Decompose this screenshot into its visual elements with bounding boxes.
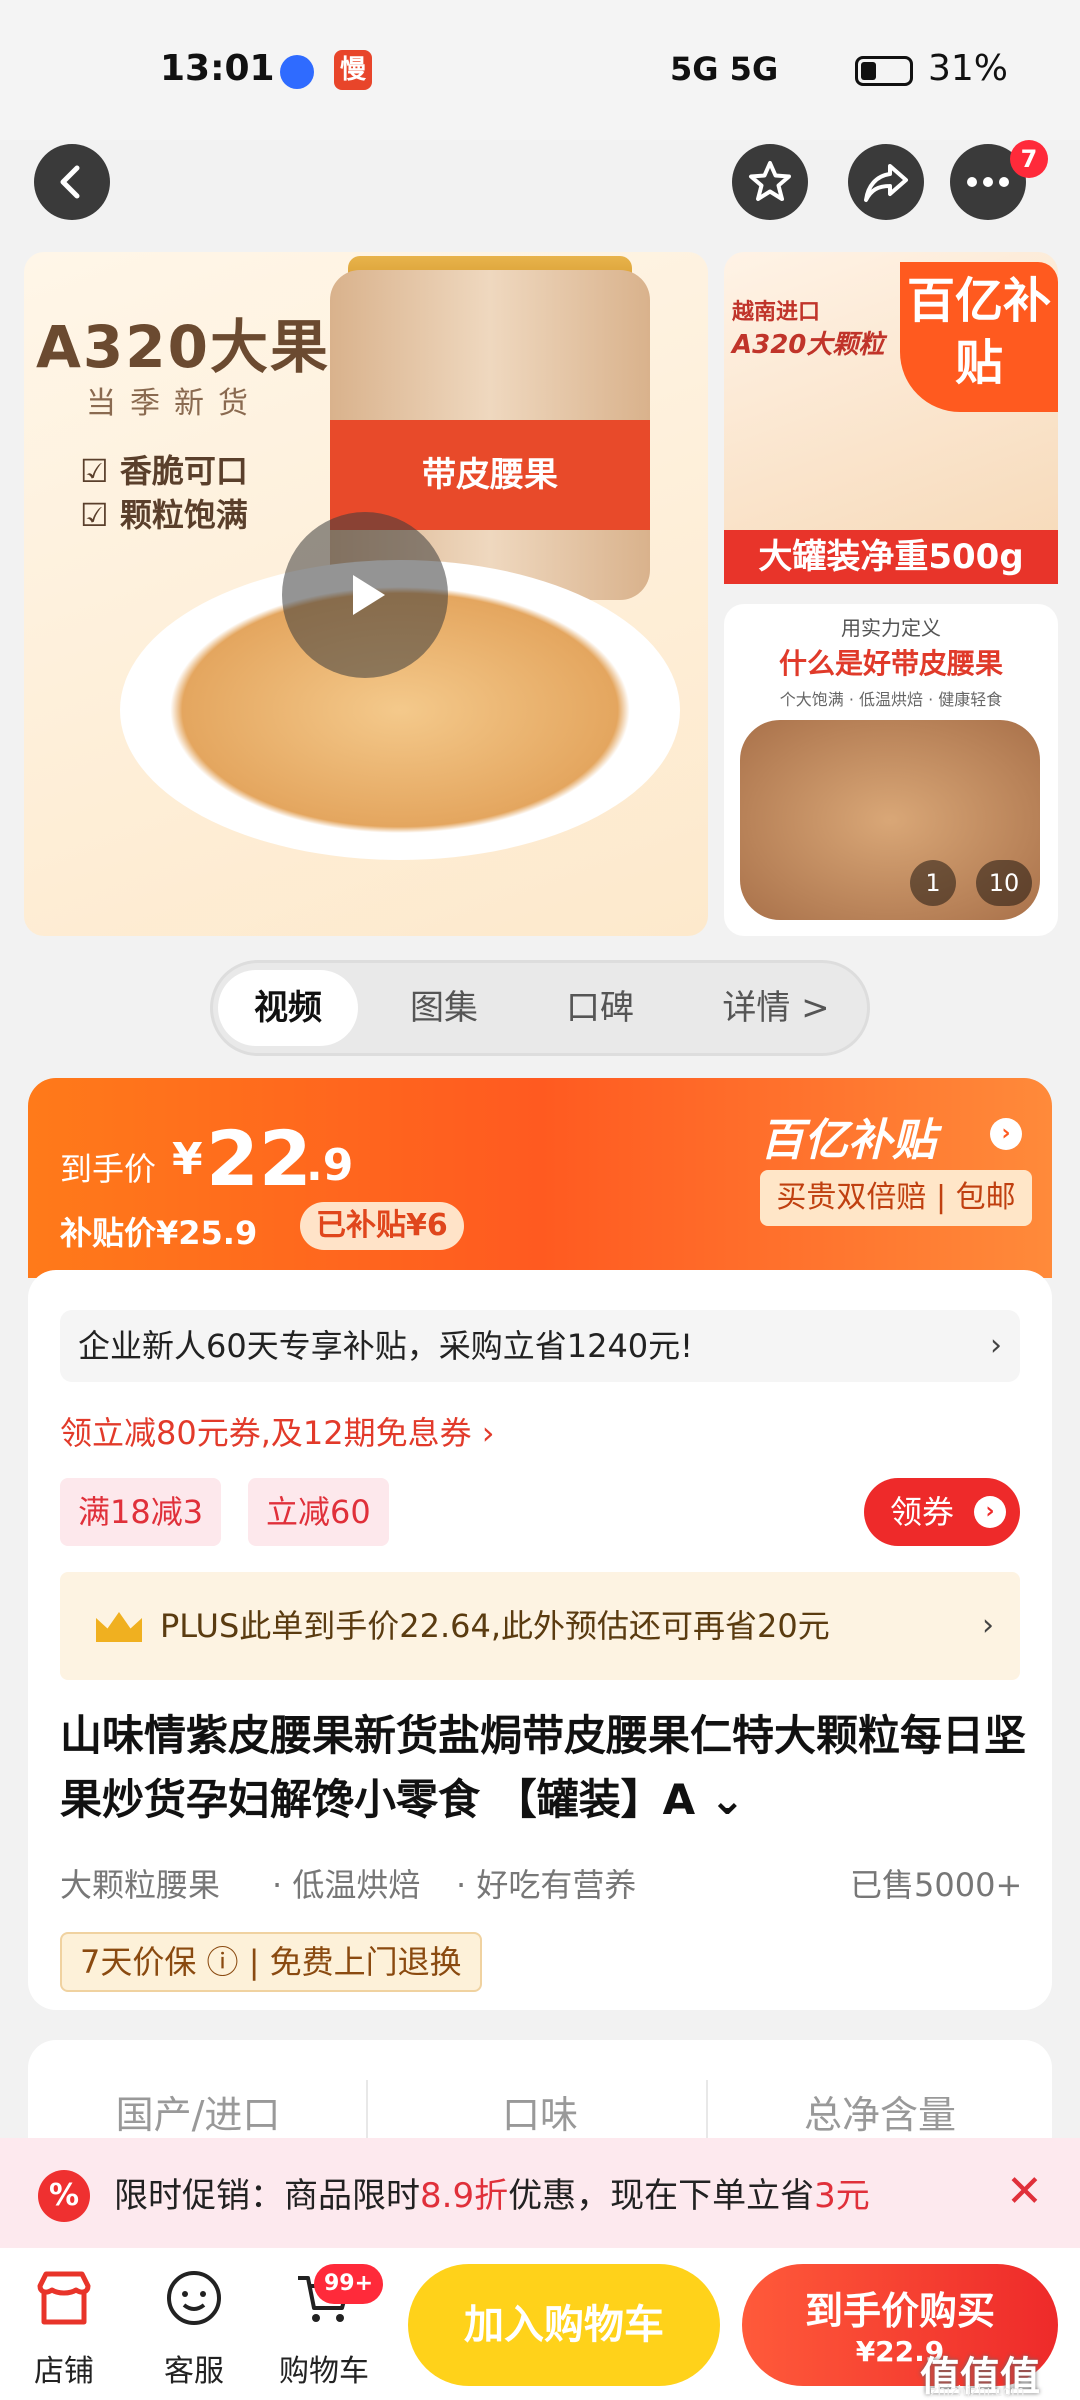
spec-flavor: 口味 (501, 2093, 578, 2137)
percent-icon: % (38, 2170, 90, 2222)
plus-member-promo[interactable]: PLUS此单到手价22.64,此外预估还可再省20元 › (60, 1572, 1020, 1680)
back-button[interactable] (34, 144, 110, 220)
service-label: 客服 (164, 2354, 224, 2389)
product-feature-1: 大颗粒腰果 (60, 1866, 221, 1904)
chevron-right-icon: › (974, 1496, 1006, 1528)
feature-2: ☑ 颗粒饱满 (80, 496, 248, 534)
chevron-right-icon: › (982, 1608, 994, 1643)
more-badge: 7 (1010, 140, 1048, 178)
play-button[interactable] (282, 512, 448, 678)
subsidy-corner-badge: 百亿补贴 (900, 262, 1058, 412)
sold-count: 已售5000+ (850, 1866, 1023, 1904)
price-decimal: .9 (306, 1140, 354, 1191)
guarantee-badge[interactable]: 买贵双倍赔 | 包邮 (760, 1170, 1032, 1226)
spec-weight: 总净含量 (803, 2093, 956, 2137)
chevron-right-icon: › (990, 1118, 1022, 1150)
more-dots-icon (967, 177, 1009, 187)
play-icon (353, 575, 385, 615)
share-icon (864, 164, 908, 202)
battery-percent: 31% (928, 48, 1009, 89)
price-label: 到手价 (60, 1150, 157, 1188)
tab-details[interactable]: 详情 > (696, 970, 856, 1046)
claim-coupon-button[interactable]: 领券 › (864, 1478, 1020, 1546)
product-feature-2: · 低温烘焙 (272, 1866, 421, 1904)
shop-button[interactable] (24, 2268, 104, 2332)
app-notification-icon: 慢 (334, 50, 372, 90)
cart-badge: 99+ (314, 2264, 384, 2304)
service-badges[interactable]: 7天价保 ⓘ | 免费上门退换 (60, 1932, 482, 1992)
price-integer: 22 (206, 1114, 312, 1203)
chevron-right-icon: › (990, 1328, 1002, 1363)
coupon-link[interactable]: 领立减80元券,及12期免息券 › (60, 1408, 495, 1454)
shop-icon (37, 2271, 91, 2325)
subsidy-badge: 已补贴¥6 (300, 1202, 464, 1250)
thumb2-line3: 个大饱满 · 低温烘焙 · 健康轻食 (779, 690, 1003, 709)
paw-app-icon (280, 55, 314, 89)
share-button[interactable] (848, 144, 924, 220)
shop-label: 店铺 (34, 2354, 94, 2389)
coupon-tag-1[interactable]: 满18减3 (60, 1478, 222, 1546)
thumb2-line1: 用实力定义 (841, 616, 941, 640)
buy-now-label: 到手价购买 (804, 2289, 995, 2333)
billion-subsidy-brand[interactable]: 百亿补贴 (760, 1104, 936, 1168)
gallery-main-subtitle: 当季新货 (86, 386, 262, 421)
add-to-cart-button[interactable]: 加入购物车 (408, 2264, 720, 2386)
product-feature-3: · 好吃有营养 (456, 1866, 637, 1904)
feature-1: ☑ 香脆可口 (80, 452, 248, 490)
watermark-url: zhizhizhi.com (930, 2384, 1025, 2400)
battery-icon (855, 56, 913, 86)
thumb2-line2: 什么是好带皮腰果 (778, 647, 1003, 680)
price-currency: ¥ (172, 1134, 203, 1185)
limited-promo-text: 限时促销：商品限时8.9折优惠，现在下单立省3元 (114, 2176, 870, 2216)
enterprise-promo[interactable]: 企业新人60天专享补贴，采购立省1240元! › (60, 1310, 1020, 1382)
gallery-main-title: A320大果 (36, 313, 330, 381)
page-current: 1 (910, 860, 956, 906)
favorite-button[interactable] (732, 144, 808, 220)
thumb1-grade: A320大颗粒 (732, 330, 885, 360)
tab-gallery[interactable]: 图集 (374, 970, 514, 1046)
coupon-tag-2[interactable]: 立减60 (248, 1478, 389, 1546)
status-time: 13:01 (160, 48, 275, 89)
cart-label: 购物车 (279, 2354, 369, 2389)
star-icon (749, 161, 791, 201)
tab-reviews[interactable]: 口碑 (530, 970, 670, 1046)
product-title[interactable]: 山味情紫皮腰果新货盐焗带皮腰果仁特大颗粒每日坚果炒货孕妇解馋小零食 【罐装】A … (60, 1704, 1040, 1832)
thumb1-origin: 越南进口 (732, 300, 821, 325)
subsidy-price: 补贴价¥25.9 (60, 1214, 258, 1252)
back-arrow-icon (60, 165, 80, 199)
customer-service-button[interactable] (154, 2268, 234, 2332)
page-total: 10 (976, 860, 1032, 906)
thumb1-banner: 大罐装净重500g (724, 530, 1058, 584)
close-icon[interactable]: ✕ (1006, 2166, 1043, 2217)
chat-face-icon (167, 2271, 221, 2325)
signal-indicator: 5G 5G (670, 50, 779, 88)
spec-origin: 国产/进口 (115, 2093, 281, 2137)
tab-video[interactable]: 视频 (218, 970, 358, 1046)
